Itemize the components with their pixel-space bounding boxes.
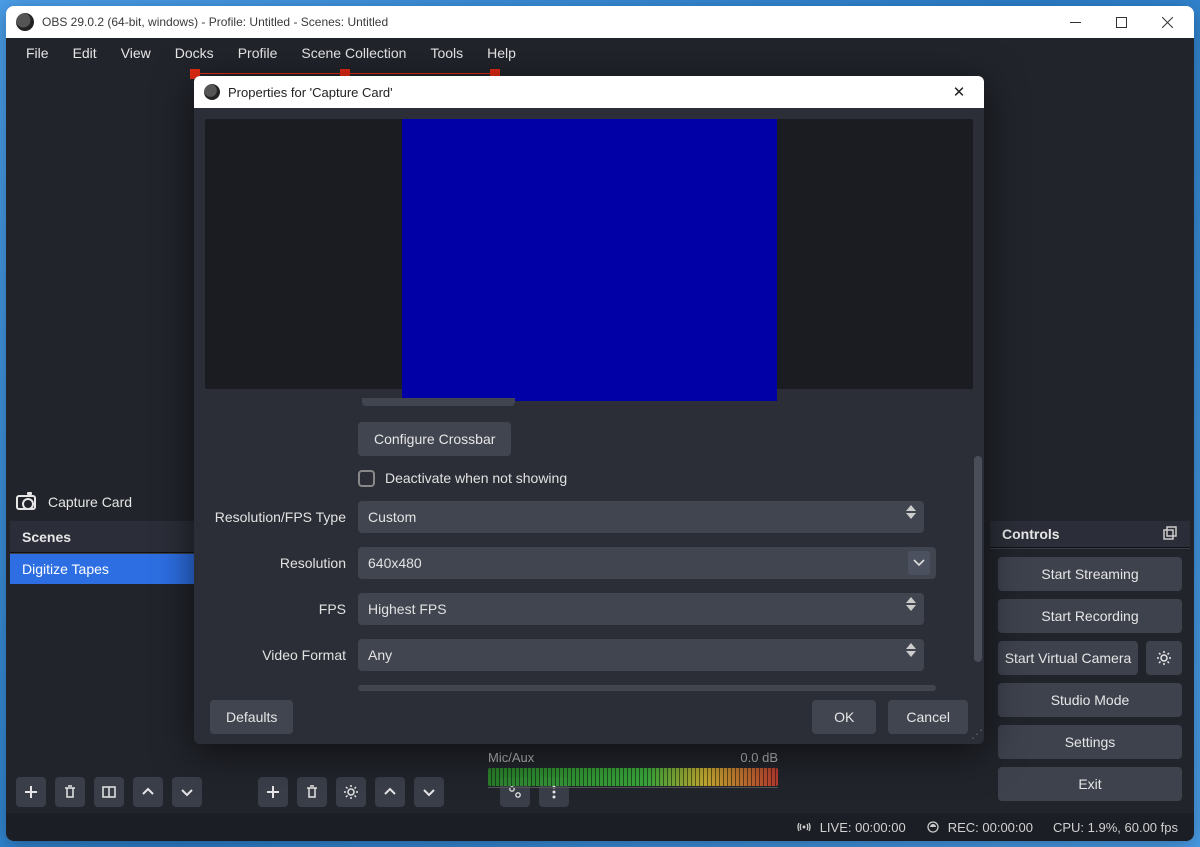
deactivate-label: Deactivate when not showing [385,470,567,486]
window-close-button[interactable] [1144,6,1190,38]
resolution-label: Resolution [208,555,358,571]
window-minimize-button[interactable] [1052,6,1098,38]
obs-logo-icon [204,84,220,100]
preview-feed [402,119,777,401]
dialog-form: Configure Crossbar Deactivate when not s… [194,400,984,691]
cancel-button[interactable]: Cancel [888,700,968,734]
resize-grip-icon[interactable]: ⋰ [971,727,981,741]
configure-crossbar-button[interactable]: Configure Crossbar [358,422,511,456]
controls-dock: Controls Start Streaming Start Recording… [990,521,1190,809]
ok-button[interactable]: OK [812,700,876,734]
dialog-close-button[interactable]: ✕ [944,83,974,101]
res-fps-type-label: Resolution/FPS Type [208,509,358,525]
menu-file[interactable]: File [14,40,61,66]
dialog-title: Properties for 'Capture Card' [228,85,393,100]
source-up-button[interactable] [375,777,405,807]
source-add-button[interactable] [258,777,288,807]
fps-label: FPS [208,601,358,617]
scene-delete-button[interactable] [55,777,85,807]
truncated-field-stub [362,398,515,406]
source-properties-button[interactable] [336,777,366,807]
menubar: File Edit View Docks Profile Scene Colle… [6,38,1194,68]
dialog-preview [205,119,973,388]
camera-icon [16,495,36,510]
status-live: LIVE: 00:00:00 [796,819,906,835]
controls-title: Controls [1002,526,1060,542]
checkbox-icon [358,470,375,487]
source-down-button[interactable] [414,777,444,807]
obs-logo-icon [16,13,34,31]
scene-filters-button[interactable] [94,777,124,807]
window-maximize-button[interactable] [1098,6,1144,38]
scene-down-button[interactable] [172,777,202,807]
mixer-track: Mic/Aux 0.0 dB [488,750,778,795]
source-label-row: Capture Card [16,494,132,510]
exit-button[interactable]: Exit [998,767,1182,801]
start-virtual-camera-button[interactable]: Start Virtual Camera [998,641,1138,675]
dialog-titlebar[interactable]: Properties for 'Capture Card' ✕ [194,76,984,108]
status-rec: REC: 00:00:00 [926,820,1033,835]
menu-docks[interactable]: Docks [163,40,226,66]
sources-toolbar [252,775,484,809]
menu-help[interactable]: Help [475,40,528,66]
start-streaming-button[interactable]: Start Streaming [998,557,1182,591]
audio-meter [488,768,778,786]
menu-scene-collection[interactable]: Scene Collection [289,40,418,66]
properties-dialog: Properties for 'Capture Card' ✕ Configur… [194,76,984,744]
settings-button[interactable]: Settings [998,725,1182,759]
fps-select[interactable]: Highest FPS [358,593,924,625]
studio-mode-button[interactable]: Studio Mode [998,683,1182,717]
record-icon [926,820,940,834]
statusbar: LIVE: 00:00:00 REC: 00:00:00 CPU: 1.9%, … [6,813,1194,841]
menu-profile[interactable]: Profile [226,40,290,66]
start-recording-button[interactable]: Start Recording [998,599,1182,633]
menu-view[interactable]: View [109,40,163,66]
source-delete-button[interactable] [297,777,327,807]
dialog-footer: Defaults OK Cancel [194,691,984,744]
titlebar: OBS 29.0.2 (64-bit, windows) - Profile: … [6,6,1194,38]
scene-up-button[interactable] [133,777,163,807]
vertical-scrollbar[interactable] [974,456,982,662]
video-format-select[interactable]: Any [358,639,924,671]
virtual-camera-settings-button[interactable] [1146,641,1182,675]
status-cpu: CPU: 1.9%, 60.00 fps [1053,820,1178,835]
mixer-track-name: Mic/Aux [488,750,534,765]
deactivate-checkbox[interactable]: Deactivate when not showing [358,470,970,487]
defaults-button[interactable]: Defaults [210,700,293,734]
popout-icon[interactable] [1162,526,1178,542]
broadcast-icon [796,819,812,835]
mixer-track-level: 0.0 dB [740,750,778,765]
menu-tools[interactable]: Tools [418,40,475,66]
resolution-select[interactable]: 640x480 [358,547,936,579]
controls-header[interactable]: Controls [990,521,1190,548]
source-name: Capture Card [48,494,132,510]
menu-edit[interactable]: Edit [61,40,109,66]
window-title: OBS 29.0.2 (64-bit, windows) - Profile: … [42,15,388,29]
horizontal-scrollbar[interactable] [358,685,936,691]
scene-add-button[interactable] [16,777,46,807]
res-fps-type-select[interactable]: Custom [358,501,924,533]
video-format-label: Video Format [208,647,358,663]
scenes-toolbar [10,775,242,809]
